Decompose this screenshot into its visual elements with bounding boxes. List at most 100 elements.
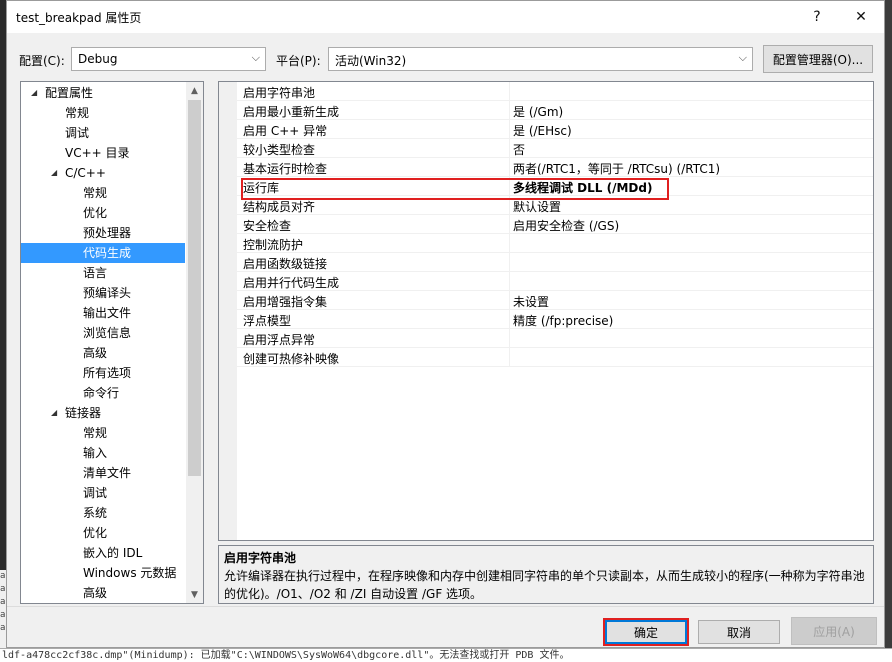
chevron-down-icon: ⌵ xyxy=(738,51,747,64)
tree-item[interactable]: 优化 xyxy=(21,523,185,543)
config-value: Debug xyxy=(78,52,118,66)
property-value[interactable]: 启用安全检查 (/GS) xyxy=(513,217,619,234)
tree-item[interactable]: 嵌入的 IDL xyxy=(21,543,185,563)
tree-item[interactable]: 高级 xyxy=(21,343,185,363)
configuration-row: 配置(C): Debug ⌵ 平台(P): 活动(Win32) ⌵ 配置管理器(… xyxy=(7,45,884,73)
tree-item[interactable]: 优化 xyxy=(21,203,185,223)
tree-item-label: 所有选项 xyxy=(83,366,132,380)
column-separator xyxy=(509,253,510,272)
property-value[interactable]: 是 (/EHsc) xyxy=(513,122,572,139)
tree-item-label: 调试 xyxy=(83,486,108,500)
property-row[interactable]: 安全检查 启用安全检查 (/GS) xyxy=(237,215,873,234)
tree-item[interactable]: 输出文件 xyxy=(21,303,185,323)
tree-item-label: 链接器 xyxy=(65,406,102,420)
tree-item[interactable]: ◢ 配置属性 xyxy=(21,83,185,103)
close-button[interactable]: ✕ xyxy=(839,1,883,33)
property-name: 启用 C++ 异常 xyxy=(243,124,328,138)
config-dropdown[interactable]: Debug ⌵ xyxy=(71,47,266,71)
property-row[interactable]: 较小类型检查 否 xyxy=(237,139,873,158)
tree-item-label: C/C++ xyxy=(65,166,106,180)
property-name: 浮点模型 xyxy=(243,314,292,328)
help-button[interactable]: ? xyxy=(795,1,839,33)
apply-button[interactable]: 应用(A) xyxy=(791,617,877,645)
column-separator xyxy=(509,348,510,367)
tree-item[interactable]: 调试 xyxy=(21,483,185,503)
property-value[interactable]: 默认设置 xyxy=(513,198,561,215)
scroll-up-icon[interactable]: ▲ xyxy=(186,82,203,99)
tree-item-label: 常规 xyxy=(83,186,108,200)
tree-item[interactable]: 系统 xyxy=(21,503,185,523)
background-window-edge xyxy=(884,0,892,648)
property-value[interactable]: 精度 (/fp:precise) xyxy=(513,312,613,329)
property-row[interactable]: 启用浮点异常 xyxy=(237,329,873,348)
tree-item[interactable]: 输入 xyxy=(21,443,185,463)
property-value[interactable]: 两者(/RTC1，等同于 /RTCsu) (/RTC1) xyxy=(513,160,720,177)
tree-item[interactable]: ◢ 链接器 xyxy=(21,403,185,423)
expand-triangle-icon[interactable]: ◢ xyxy=(51,163,57,183)
tree-item[interactable]: 语言 xyxy=(21,263,185,283)
tree-item[interactable]: VC++ 目录 xyxy=(21,143,185,163)
scrollbar-thumb[interactable] xyxy=(188,100,201,476)
property-row[interactable]: 基本运行时检查 两者(/RTC1，等同于 /RTCsu) (/RTC1) xyxy=(237,158,873,177)
tree-item[interactable]: 调试 xyxy=(21,123,185,143)
column-separator xyxy=(509,158,510,177)
tree-item-label: 常规 xyxy=(65,106,90,120)
tree-item[interactable]: 预处理器 xyxy=(21,223,185,243)
property-row[interactable]: 启用函数级链接 xyxy=(237,253,873,272)
property-name: 启用最小重新生成 xyxy=(243,105,340,119)
property-row[interactable]: 启用 C++ 异常 是 (/EHsc) xyxy=(237,120,873,139)
tree-item[interactable]: 预编译头 xyxy=(21,283,185,303)
grid-gutter xyxy=(219,82,237,540)
property-row[interactable]: 启用最小重新生成 是 (/Gm) xyxy=(237,101,873,120)
property-row[interactable]: 创建可热修补映像 xyxy=(237,348,873,367)
property-value[interactable]: 是 (/Gm) xyxy=(513,103,563,120)
tree-item[interactable]: 高级 xyxy=(21,583,185,603)
tree-item-label: 调试 xyxy=(65,126,90,140)
column-separator xyxy=(509,291,510,310)
property-row[interactable]: 浮点模型 精度 (/fp:precise) xyxy=(237,310,873,329)
column-separator xyxy=(509,329,510,348)
tree-item-label: 预编译头 xyxy=(83,286,132,300)
tree-item-label: 命令行 xyxy=(83,386,120,400)
expand-triangle-icon[interactable]: ◢ xyxy=(51,403,57,423)
property-value[interactable]: 否 xyxy=(513,141,525,158)
title-bar: test_breakpad 属性页 ? ✕ xyxy=(7,1,884,33)
column-separator xyxy=(509,310,510,329)
platform-dropdown[interactable]: 活动(Win32) ⌵ xyxy=(328,47,753,71)
property-row[interactable]: 启用增强指令集 未设置 xyxy=(237,291,873,310)
property-tree[interactable]: ▲ ▼ ◢ 配置属性 常规 调试 VC++ 目录 ◢ C/C++ 常规 优化 预处理器 代码生成 语言… xyxy=(20,81,204,604)
property-name: 安全检查 xyxy=(243,219,292,233)
property-value[interactable]: 未设置 xyxy=(513,293,549,310)
platform-label: 平台(P): xyxy=(276,54,321,68)
column-separator xyxy=(509,139,510,158)
property-row[interactable]: 启用并行代码生成 xyxy=(237,272,873,291)
tree-item-label: 嵌入的 IDL xyxy=(83,546,143,560)
property-name: 结构成员对齐 xyxy=(243,200,316,214)
tree-item-label: 系统 xyxy=(83,506,108,520)
tree-item[interactable]: ◢ C/C++ xyxy=(21,163,185,183)
tree-item[interactable]: 代码生成 xyxy=(21,243,185,263)
tree-item[interactable]: 常规 xyxy=(21,103,185,123)
column-separator xyxy=(509,101,510,120)
tree-item[interactable]: 清单文件 xyxy=(21,463,185,483)
tree-item[interactable]: Windows 元数据 xyxy=(21,563,185,583)
tree-scrollbar[interactable]: ▲ ▼ xyxy=(186,82,203,603)
tree-item[interactable]: 命令行 xyxy=(21,383,185,403)
property-name: 基本运行时检查 xyxy=(243,162,328,176)
tree-item[interactable]: 所有选项 xyxy=(21,363,185,383)
tree-item-label: 配置属性 xyxy=(45,86,94,100)
property-row[interactable]: 启用字符串池 xyxy=(237,82,873,101)
tree-item-label: 浏览信息 xyxy=(83,326,132,340)
description-panel: 启用字符串池 允许编译器在执行过程中，在程序映像和内存中创建相同字符串的单个只读… xyxy=(218,545,874,604)
configuration-manager-button[interactable]: 配置管理器(O)... xyxy=(763,45,873,73)
property-name: 启用字符串池 xyxy=(243,86,316,100)
tree-item[interactable]: 浏览信息 xyxy=(21,323,185,343)
property-row[interactable]: 控制流防护 xyxy=(237,234,873,253)
tree-item[interactable]: 常规 xyxy=(21,423,185,443)
expand-triangle-icon[interactable]: ◢ xyxy=(31,83,37,103)
cancel-button[interactable]: 取消 xyxy=(698,620,780,644)
property-name: 启用浮点异常 xyxy=(243,333,316,347)
ok-button-highlight xyxy=(603,618,689,646)
scroll-down-icon[interactable]: ▼ xyxy=(186,586,203,603)
tree-item[interactable]: 常规 xyxy=(21,183,185,203)
